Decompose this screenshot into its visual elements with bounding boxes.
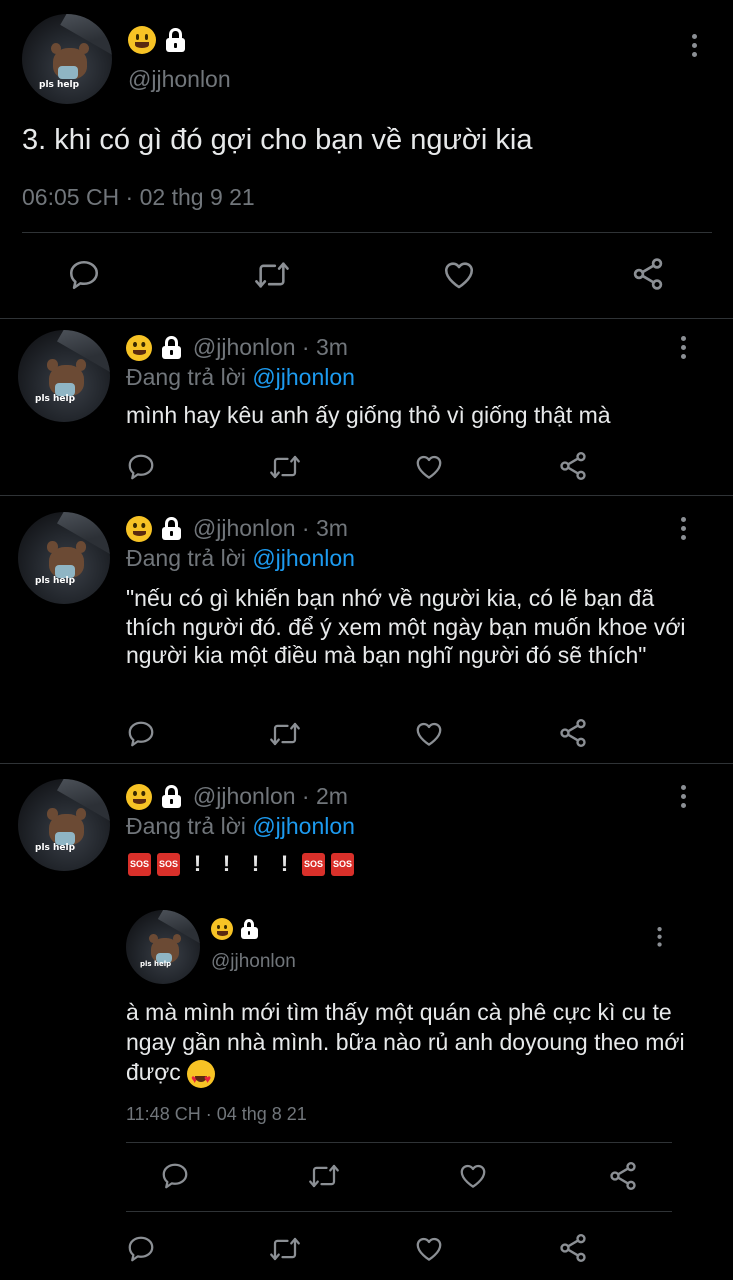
lock-emoji: [164, 28, 186, 52]
smile-emoji: [211, 918, 233, 940]
exclamation-emoji: !: [251, 851, 260, 876]
divider: [22, 232, 712, 233]
divider: [0, 763, 733, 764]
share-icon[interactable]: [607, 1160, 639, 1192]
tweet-text: 3. khi có gì đó gợi cho bạn về người kia: [22, 124, 533, 156]
reply-header: @jjhonlon · 3m: [126, 515, 348, 542]
sos-emoji: SOS: [331, 852, 354, 876]
more-options-icon[interactable]: [681, 785, 687, 812]
retweet-icon[interactable]: [268, 719, 302, 749]
reply-header: @jjhonlon · 3m: [126, 334, 348, 361]
sos-emoji: SOS: [302, 852, 325, 876]
lock-emoji: [160, 784, 182, 809]
retweet-icon[interactable]: [268, 1234, 302, 1264]
reply-avatar[interactable]: pls help: [18, 512, 110, 604]
like-icon[interactable]: [413, 452, 445, 482]
replying-to: Đang trả lời @jjhonlon: [126, 813, 355, 840]
quoted-timestamp: 11:48 CH · 04 thg 8 21: [126, 1104, 307, 1124]
quoted-text: à mà mình mới tìm thấy một quán cà phê c…: [126, 997, 686, 1094]
avatar-caption: pls help: [39, 80, 80, 90]
retweet-icon[interactable]: [268, 452, 302, 482]
reply-header: @jjhonlon · 2m: [126, 783, 348, 810]
replying-to: Đang trả lời @jjhonlon: [126, 364, 355, 391]
author-handle[interactable]: @jjhonlon: [128, 66, 231, 93]
smile-emoji: [126, 783, 152, 810]
share-icon[interactable]: [630, 256, 666, 292]
more-options-icon[interactable]: [657, 927, 662, 950]
reply-icon[interactable]: [126, 452, 156, 482]
divider: [126, 1142, 672, 1143]
sos-emoji: SOS: [157, 852, 180, 876]
author-emojis: [128, 26, 186, 54]
reply-icon[interactable]: [126, 719, 156, 749]
smile-emoji: [128, 26, 156, 54]
reply-handle-time: @jjhonlon · 3m: [192, 334, 348, 360]
reply-text: "nếu có gì khiến bạn nhớ về người kia, c…: [126, 585, 686, 668]
lock-emoji: [160, 516, 182, 541]
exclamation-emoji: !: [222, 851, 231, 876]
reply-handle-time: @jjhonlon · 3m: [192, 515, 348, 541]
share-icon[interactable]: [557, 1232, 589, 1264]
reply-icon[interactable]: [67, 258, 101, 292]
heart-eyes-emoji: [187, 1059, 216, 1094]
lock-emoji: [160, 335, 182, 360]
sos-emoji: SOS: [128, 852, 151, 876]
avatar-caption: pls help: [35, 843, 76, 853]
like-icon[interactable]: [413, 719, 445, 749]
replying-to-link[interactable]: @jjhonlon: [252, 364, 355, 390]
reply-icon[interactable]: [160, 1161, 190, 1191]
divider: [126, 1211, 672, 1212]
exclamation-emoji: !: [280, 851, 289, 876]
more-options-icon[interactable]: [681, 336, 687, 363]
replying-prefix: Đang trả lời: [126, 364, 246, 390]
avatar-caption: pls help: [35, 576, 76, 586]
reply-text: mình hay kêu anh ấy giống thỏ vì giống t…: [126, 402, 611, 428]
smile-emoji: [126, 515, 152, 542]
reply-handle-time: @jjhonlon · 2m: [192, 783, 348, 809]
share-icon[interactable]: [557, 450, 589, 482]
reply-avatar[interactable]: pls help: [18, 330, 110, 422]
replying-prefix: Đang trả lời: [126, 813, 246, 839]
like-icon[interactable]: [457, 1161, 489, 1191]
avatar-caption: pls help: [140, 960, 172, 968]
reply-emoji-row: SOS SOS!!!! SOS SOS: [128, 851, 360, 877]
quoted-avatar[interactable]: pls help: [126, 910, 200, 984]
replying-to-link[interactable]: @jjhonlon: [252, 813, 355, 839]
more-options-icon[interactable]: [681, 517, 687, 544]
like-icon[interactable]: [441, 258, 477, 292]
quoted-handle: @jjhonlon: [211, 951, 296, 972]
retweet-icon[interactable]: [307, 1161, 341, 1191]
like-icon[interactable]: [413, 1234, 445, 1264]
reply-avatar[interactable]: pls help: [18, 779, 110, 871]
replying-to-link[interactable]: @jjhonlon: [252, 545, 355, 571]
quoted-author-emojis: [211, 918, 258, 940]
replying-to: Đang trả lời @jjhonlon: [126, 545, 355, 572]
exclamation-emoji: !: [193, 851, 202, 876]
smile-emoji: [126, 334, 152, 361]
replying-prefix: Đang trả lời: [126, 545, 246, 571]
reply-icon[interactable]: [126, 1234, 156, 1264]
more-options-icon[interactable]: [692, 34, 698, 61]
divider: [0, 495, 733, 496]
lock-emoji: [240, 919, 258, 939]
share-icon[interactable]: [557, 717, 589, 749]
avatar-caption: pls help: [35, 394, 76, 404]
tweet-timestamp: 06:05 CH · 02 thg 9 21: [22, 184, 255, 210]
divider: [0, 318, 733, 319]
main-tweet-avatar[interactable]: pls help: [22, 14, 112, 104]
retweet-icon[interactable]: [253, 258, 291, 292]
